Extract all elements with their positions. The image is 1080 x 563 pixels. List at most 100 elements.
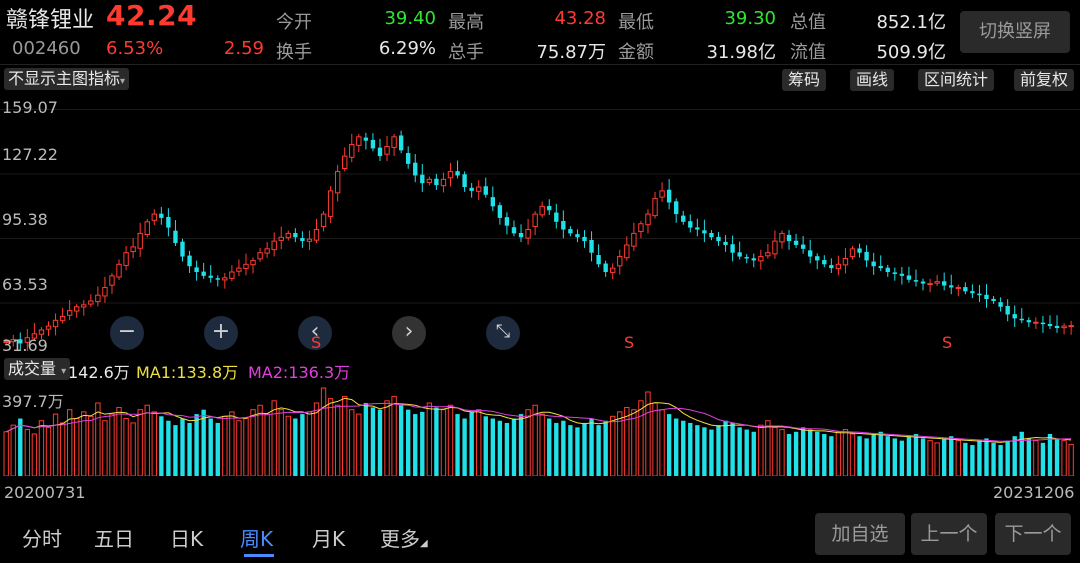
volume-bar [59,422,66,476]
tab-weekly-k[interactable]: 周K [240,523,273,552]
candle-body [187,255,192,267]
shrink-icon[interactable]: ⤡ [486,316,520,350]
candle-body [334,171,341,194]
volume-bar [469,411,474,476]
candle-body [278,236,284,241]
start-date: 20200731 [4,483,86,502]
volume-bar [835,431,842,476]
volume-bar [462,418,467,476]
volume-bar [963,442,968,476]
volume-bar [857,436,862,476]
candle-body [349,144,355,158]
change-percent: 6.53% [106,38,164,59]
candle-body [984,294,989,300]
tab-monthly-k[interactable]: 月K [312,523,345,552]
candle-body [306,238,313,242]
candle-body [518,233,524,238]
chip-button[interactable]: 筹码 [782,69,827,91]
volume-bar [320,387,327,476]
volume-bar [236,420,242,476]
volume-bar [1026,438,1032,476]
volume-bar [271,400,277,476]
candle-body [166,216,171,228]
volume-bar [793,431,799,476]
candle-body [327,190,334,217]
add-watchlist-button[interactable]: 加自选 [815,513,905,555]
candle-body [610,267,616,273]
float-cap-value: 509.9亿 [876,42,946,63]
tab-intraday[interactable]: 分时 [22,523,62,552]
volume-bar [483,416,488,476]
candle-body [871,261,876,267]
volume-bar [413,414,418,476]
volume-bar [1033,440,1039,476]
volume-bar [984,438,989,476]
total-cap-label: 总值 [790,12,826,33]
volume-bar [159,416,164,476]
volume-ma2: MA2:136.3万 [248,363,351,382]
volume-bar [751,431,756,476]
volume-bar [991,442,996,476]
volume-bar [942,438,947,476]
candle-body [998,302,1003,307]
adjust-button[interactable]: 前复权 [1014,69,1075,91]
candle-body [970,291,975,294]
volume-bar [723,420,728,476]
candle-body [779,232,785,243]
candle-body [949,285,954,288]
candle-body [716,236,721,242]
zoom-out-button[interactable]: − [110,316,144,350]
volume-bar [927,440,933,476]
candle-body [927,283,933,286]
volume-bar [568,425,573,476]
volume-axis-max: 397.7万 [2,392,64,411]
draw-line-button[interactable]: 画线 [850,69,895,91]
candle-body [420,174,425,184]
next-stock-button[interactable]: 下一个 [995,513,1071,555]
volume-indicator-select[interactable]: 成交量 ▾ [4,358,71,380]
zoom-in-button[interactable]: + [204,316,238,350]
candle-body [137,232,143,249]
candle-body [793,240,799,245]
scroll-right-button[interactable]: › [392,316,426,350]
candle-body [561,221,566,230]
candle-body [497,205,503,218]
candle-body [666,189,672,203]
volume-bar [511,418,517,476]
candle-body [702,230,707,234]
sell-signal: S [942,333,953,352]
current-price: 42.24 [106,0,198,32]
candle-body [130,246,136,253]
range-stats-button[interactable]: 区间统计 [918,69,995,91]
low-label: 最低 [618,12,654,33]
candle-body [151,213,157,221]
volume-bar [45,426,52,476]
tab-five-day[interactable]: 五日 [94,523,134,552]
tab-daily-k[interactable]: 日K [170,523,203,552]
candle-body [652,198,658,217]
candle-body [835,263,842,270]
candlestick-chart[interactable] [0,94,1080,352]
volume-bar [173,425,178,476]
candle-body [81,304,87,308]
candle-body [822,260,827,265]
candle-body [539,205,545,216]
candle-body [434,178,439,186]
candle-body [1040,322,1046,325]
indicator-select[interactable]: 不显示主图指标▾ [4,68,130,90]
candle-body [991,298,996,301]
prev-stock-button[interactable]: 上一个 [911,513,987,555]
volume-bar [370,407,376,476]
candle-body [829,265,834,269]
candle-body [320,213,327,227]
volume-chart[interactable] [0,384,1080,476]
volume-bar [885,436,890,476]
indicator-select-label: 不显示主图指标 [8,69,121,88]
candle-body [878,266,883,269]
volume-bar [709,429,714,476]
volume-bar [716,425,721,476]
switch-portrait-button[interactable]: 切换竖屏 [960,11,1070,53]
tab-more[interactable]: 更多◢ [380,523,428,552]
volume-bar [137,409,143,476]
candle-body [744,256,749,259]
